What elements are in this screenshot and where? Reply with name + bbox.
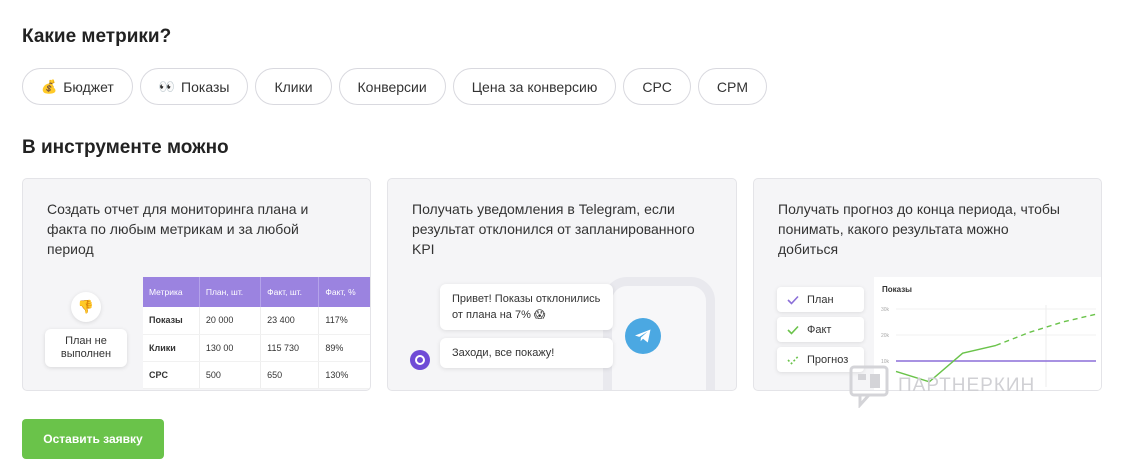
table-cell: 115 730: [260, 334, 320, 362]
chat-message: Заходи, все покажу!: [440, 338, 613, 368]
chip-label: Бюджет: [63, 78, 114, 95]
submit-request-button[interactable]: Оставить заявку: [22, 419, 164, 459]
dashed-check-icon: [787, 355, 799, 365]
chip-label: Клики: [274, 78, 313, 95]
legend-label: Прогноз: [807, 353, 849, 366]
eyes-icon: 👀: [158, 79, 176, 94]
feature-card-forecast: Получать прогноз до конца периода, чтобы…: [753, 178, 1102, 391]
check-icon: [787, 325, 799, 335]
check-icon: [787, 295, 799, 305]
watermark-logo-icon: [849, 365, 889, 408]
chip-budget[interactable]: 💰 Бюджет: [22, 68, 133, 105]
table-cell: 500: [199, 361, 262, 389]
table-cell-percent: 130%: [318, 361, 370, 389]
table-cell: 130 00: [199, 334, 262, 362]
table-header: Факт, %: [318, 277, 370, 307]
card-description: Получать прогноз до конца периода, чтобы…: [778, 201, 1060, 257]
table-cell: CPC: [143, 361, 200, 389]
table-header: План, шт.: [199, 277, 262, 307]
table-row: Клики 130 00 115 730 89%: [143, 334, 370, 362]
chip-label: CPC: [642, 78, 672, 95]
metrics-chip-list: 💰 Бюджет 👀 Показы Клики Конверсии Цена з…: [22, 68, 768, 105]
feature-card-telegram: Получать уведомления в Telegram, если ре…: [387, 178, 737, 391]
telegram-icon: [625, 318, 661, 354]
chip-label: Цена за конверсию: [471, 78, 598, 95]
chip-label: Показы: [181, 78, 230, 95]
money-bag-icon: 💰: [41, 79, 58, 94]
legend-item-fact: Факт: [777, 317, 864, 342]
chip-cost-per-conversion[interactable]: Цена за конверсию: [452, 68, 617, 105]
table-header-row: Метрика План, шт. Факт, шт. Факт, %: [143, 277, 370, 307]
card-description: Создать отчет для мониторинга плана и фа…: [47, 201, 309, 257]
table-header: Факт, шт.: [260, 277, 320, 307]
chip-conversions[interactable]: Конверсии: [338, 68, 446, 105]
chip-impressions[interactable]: 👀 Показы: [139, 68, 249, 105]
metrics-heading: Какие метрики?: [22, 26, 172, 47]
table-cell: 23 400: [260, 307, 320, 335]
watermark-text: ПАРТНЕРКИН: [898, 375, 1036, 396]
thumbs-down-icon: 👎: [71, 292, 101, 322]
chip-label: Конверсии: [357, 78, 427, 95]
chip-label: CPM: [716, 78, 749, 95]
metrics-table: Метрика План, шт. Факт, шт. Факт, % Пока…: [143, 277, 370, 389]
chip-cpc[interactable]: CPC: [623, 68, 691, 105]
table-cell: 650: [260, 361, 320, 389]
table-cell: Показы: [143, 307, 200, 335]
y-tick-label: 20k: [881, 333, 890, 339]
feature-card-report: Создать отчет для мониторинга плана и фа…: [22, 178, 371, 391]
card-description: Получать уведомления в Telegram, если ре…: [412, 201, 695, 257]
table-header: Метрика: [143, 277, 200, 307]
table-cell: Клики: [143, 334, 200, 362]
tool-heading: В инструменте можно: [22, 137, 229, 158]
table-row: CPC 500 650 130%: [143, 361, 370, 389]
watermark: ПАРТНЕРКИН: [848, 364, 1035, 408]
legend-item-plan: План: [777, 287, 864, 312]
table-row: Показы 20 000 23 400 117%: [143, 307, 370, 335]
chip-cpm[interactable]: CPM: [697, 68, 768, 105]
table-cell-percent: 117%: [318, 307, 370, 335]
plan-not-met-bubble: План не выполнен: [45, 329, 127, 367]
chat-message: Привет! Показы отклонились от плана на 7…: [440, 284, 613, 330]
y-tick-label: 30k: [881, 307, 890, 313]
chip-clicks[interactable]: Клики: [255, 68, 332, 105]
legend-label: Факт: [807, 323, 832, 336]
bot-avatar-icon: [410, 350, 430, 370]
table-cell-percent: 89%: [318, 334, 370, 362]
table-cell: 20 000: [199, 307, 262, 335]
legend-label: План: [807, 293, 834, 306]
